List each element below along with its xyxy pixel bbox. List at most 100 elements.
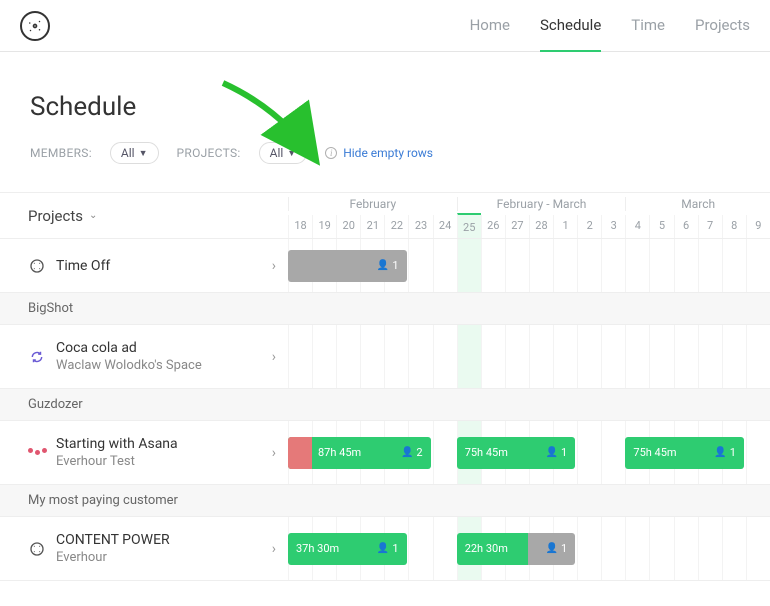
timeline-area[interactable]: 87h 45m👤275h 45m👤175h 45m👤1: [288, 421, 770, 484]
day-label: 7: [698, 215, 722, 238]
day-label: 2: [577, 215, 601, 238]
members-filter-chip[interactable]: All ▼: [110, 142, 159, 164]
grid-header-row: Projects ⌄ FebruaryFebruary - MarchMarch…: [0, 193, 770, 239]
bar-people-count: 👤2: [401, 446, 423, 459]
nav-projects[interactable]: Projects: [695, 0, 750, 52]
chevron-right-icon: ›: [272, 541, 276, 557]
project-name: CONTENT POWER: [56, 532, 170, 548]
page-header: Schedule MEMBERS: All ▼ PROJECTS: All ▼ …: [0, 52, 770, 174]
bar-people-count: 👤1: [377, 259, 399, 272]
day-label: 21: [360, 215, 384, 238]
month-labels: FebruaryFebruary - MarchMarch: [288, 193, 770, 215]
month-label: March: [625, 197, 770, 211]
bar-people-count: 👤1: [546, 542, 568, 555]
main-nav: Home Schedule Time Projects: [470, 0, 750, 52]
schedule-grid: Projects ⌄ FebruaryFebruary - MarchMarch…: [0, 192, 770, 581]
bar-hours: 75h 45m: [633, 446, 714, 459]
project-name: Time Off: [56, 258, 110, 274]
chevron-right-icon: ›: [272, 349, 276, 365]
project-row-header[interactable]: Coca cola adWaclaw Wolodko's Space›: [0, 325, 288, 388]
calendar-header: FebruaryFebruary - MarchMarch 1819202122…: [288, 193, 770, 238]
projects-filter-value: All: [270, 146, 284, 160]
project-subtitle: Everhour: [56, 550, 170, 565]
schedule-bar[interactable]: 37h 30m👤1: [288, 533, 407, 565]
nav-time[interactable]: Time: [631, 0, 665, 52]
group-label: My most paying customer: [0, 485, 288, 516]
day-label: 22: [384, 215, 408, 238]
chevron-right-icon: ›: [272, 445, 276, 461]
group-label: Guzdozer: [0, 389, 288, 420]
timeline-area[interactable]: 👤1: [288, 239, 770, 292]
group-label: BigShot: [0, 293, 288, 324]
day-label: 24: [433, 215, 457, 238]
hide-empty-rows-label: Hide empty rows: [343, 146, 433, 160]
day-label: 4: [625, 215, 649, 238]
project-icon: [28, 540, 46, 558]
projects-filter-chip[interactable]: All ▼: [259, 142, 308, 164]
page-title: Schedule: [30, 92, 740, 122]
app-logo: [20, 11, 50, 41]
user-icon: 👤: [377, 543, 389, 554]
day-label: 9: [746, 215, 770, 238]
day-label: 1: [553, 215, 577, 238]
user-icon: 👤: [377, 260, 389, 271]
group-header: Guzdozer: [0, 389, 770, 421]
day-label: 23: [408, 215, 432, 238]
day-label: 28: [529, 215, 553, 238]
schedule-bar[interactable]: 75h 45m👤1: [625, 437, 744, 469]
project-row: Coca cola adWaclaw Wolodko's Space›: [0, 325, 770, 389]
user-icon: 👤: [546, 447, 558, 458]
project-icon: [28, 348, 46, 366]
month-label: February: [288, 197, 457, 211]
user-icon: 👤: [714, 447, 726, 458]
info-icon: i: [325, 147, 337, 159]
user-icon: 👤: [401, 447, 413, 458]
project-name: Coca cola ad: [56, 340, 202, 356]
day-label: 20: [336, 215, 360, 238]
project-icon: [28, 444, 46, 462]
nav-home[interactable]: Home: [470, 0, 510, 52]
schedule-bar[interactable]: 👤1: [288, 250, 407, 282]
bar-hours: 22h 30m: [465, 542, 546, 555]
filters-bar: MEMBERS: All ▼ PROJECTS: All ▼ i Hide em…: [30, 142, 740, 164]
schedule-bar[interactable]: 87h 45m👤2: [288, 437, 431, 469]
day-label: 5: [649, 215, 673, 238]
bar-hours: 75h 45m: [465, 446, 546, 459]
project-row: CONTENT POWEREverhour›37h 30m👤122h 30m👤1: [0, 517, 770, 581]
members-filter-label: MEMBERS:: [30, 146, 92, 160]
day-label: 25: [457, 213, 481, 238]
chevron-right-icon: ›: [272, 258, 276, 274]
bar-people-count: 👤1: [377, 542, 399, 555]
projects-column-header[interactable]: Projects ⌄: [0, 193, 288, 238]
bar-hours: 37h 30m: [296, 542, 377, 555]
bar-people-count: 👤1: [546, 446, 568, 459]
members-filter-value: All: [121, 146, 135, 160]
projects-header-label: Projects: [28, 207, 83, 225]
caret-down-icon: ▼: [287, 148, 296, 159]
day-label: 27: [505, 215, 529, 238]
project-row: Time Off › 👤1: [0, 239, 770, 293]
schedule-bar[interactable]: 22h 30m👤1: [457, 533, 576, 565]
day-label: 3: [601, 215, 625, 238]
day-label: 19: [312, 215, 336, 238]
project-subtitle: Everhour Test: [56, 454, 178, 469]
project-row-header[interactable]: CONTENT POWER Everhour ›: [0, 517, 288, 580]
bar-people-count: 👤1: [714, 446, 736, 459]
schedule-bar[interactable]: 75h 45m👤1: [457, 437, 576, 469]
project-name: Starting with Asana: [56, 436, 178, 452]
hide-empty-rows-link[interactable]: i Hide empty rows: [325, 146, 433, 160]
bar-hours: 87h 45m: [318, 446, 401, 459]
topbar: Home Schedule Time Projects: [0, 0, 770, 52]
timeline-area[interactable]: 37h 30m👤122h 30m👤1: [288, 517, 770, 580]
project-icon: [28, 257, 46, 275]
project-row-header[interactable]: Time Off ›: [0, 239, 288, 292]
project-row: Starting with Asana Everhour Test › 87h 45m…: [0, 421, 770, 485]
timeline-area[interactable]: [288, 325, 770, 388]
nav-schedule[interactable]: Schedule: [540, 0, 601, 52]
caret-down-icon: ▼: [139, 148, 148, 159]
project-row-header[interactable]: Starting with Asana Everhour Test ›: [0, 421, 288, 484]
day-labels: 1819202122232425262728123456789: [288, 215, 770, 238]
user-icon: 👤: [546, 543, 558, 554]
chevron-down-icon: ⌄: [89, 210, 97, 221]
day-label: 8: [722, 215, 746, 238]
